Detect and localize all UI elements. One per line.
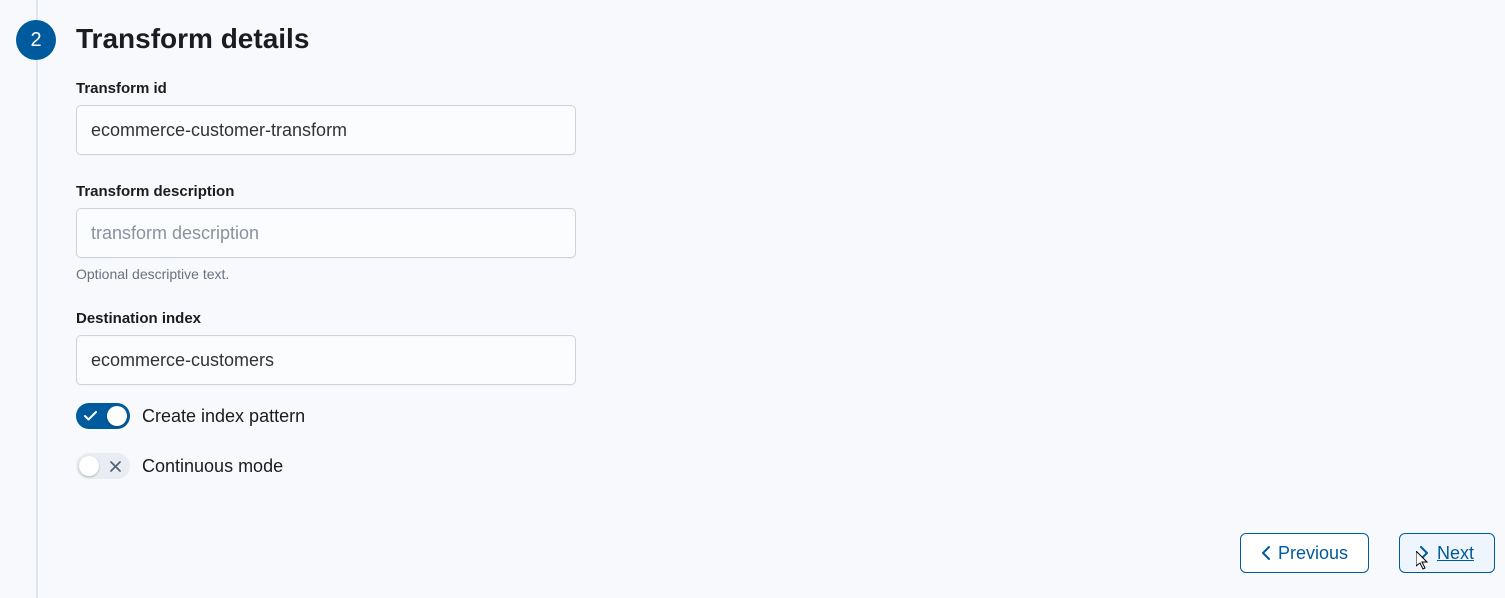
continuous-mode-toggle-row: Continuous mode	[76, 453, 576, 479]
previous-button-label: Previous	[1278, 543, 1348, 564]
next-button[interactable]: Next	[1399, 533, 1495, 573]
continuous-mode-toggle[interactable]	[76, 453, 130, 479]
transform-id-group: Transform id	[76, 80, 576, 155]
step-connector-line	[36, 0, 38, 598]
destination-index-label: Destination index	[76, 310, 576, 327]
destination-index-input[interactable]	[76, 335, 576, 385]
x-icon	[110, 461, 121, 472]
create-index-pattern-toggle-row: Create index pattern	[76, 403, 576, 429]
transform-description-group: Transform description Optional descripti…	[76, 183, 576, 282]
chevron-left-icon	[1261, 546, 1270, 560]
transform-id-input[interactable]	[76, 105, 576, 155]
step-number-badge: 2	[16, 20, 56, 60]
transform-description-input[interactable]	[76, 208, 576, 258]
create-index-pattern-label: Create index pattern	[142, 406, 305, 427]
toggle-thumb	[107, 406, 127, 426]
check-icon	[84, 411, 97, 421]
chevron-right-icon	[1420, 546, 1429, 560]
transform-id-label: Transform id	[76, 80, 576, 97]
continuous-mode-label: Continuous mode	[142, 456, 283, 477]
destination-index-group: Destination index	[76, 310, 576, 385]
wizard-button-bar: Previous Next	[1240, 533, 1495, 573]
previous-button[interactable]: Previous	[1240, 533, 1369, 573]
step-number: 2	[30, 29, 41, 52]
transform-description-label: Transform description	[76, 183, 576, 200]
transform-description-help: Optional descriptive text.	[76, 266, 576, 282]
transform-details-form: Transform id Transform description Optio…	[76, 80, 576, 503]
toggle-thumb	[79, 456, 99, 476]
next-button-label: Next	[1437, 543, 1474, 564]
create-index-pattern-toggle[interactable]	[76, 403, 130, 429]
page-title: Transform details	[76, 23, 309, 55]
